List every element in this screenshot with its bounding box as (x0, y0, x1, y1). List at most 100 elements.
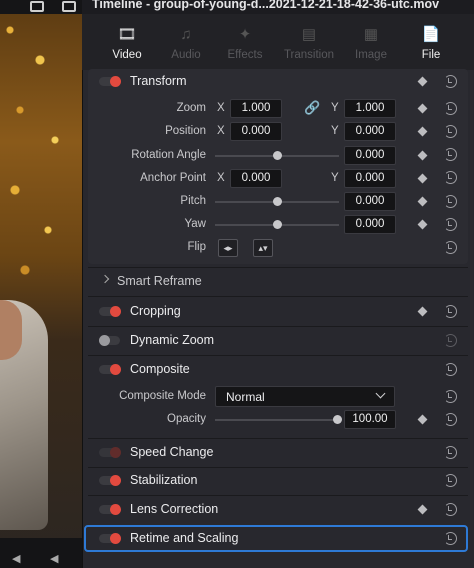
retime-scaling-header[interactable]: Retime and Scaling (88, 525, 468, 553)
stabilization-reset-icon[interactable] (444, 474, 457, 487)
tab-video[interactable]: 🎞 Video (98, 14, 156, 70)
inspector-scrollbar[interactable] (470, 70, 473, 530)
yaw-slider[interactable] (215, 220, 339, 229)
anchor-x-field[interactable]: 0.000 (230, 169, 282, 188)
tab-file[interactable]: 📄 File (402, 14, 460, 70)
smart-reframe-title[interactable]: Smart Reframe (117, 274, 202, 288)
zoom-y-field[interactable]: 1.000 (344, 99, 396, 118)
flip-label: Flip (187, 241, 206, 253)
anchor-reset-icon[interactable] (444, 171, 457, 184)
transform-toggle[interactable] (99, 76, 121, 87)
tab-image[interactable]: ▦ Image (342, 14, 400, 70)
yaw-label: Yaw (184, 218, 206, 230)
transport-back-icon[interactable]: ◀ (12, 552, 20, 565)
link-icon[interactable]: 🔗 (304, 100, 320, 116)
retime-scaling-toggle[interactable] (99, 533, 121, 544)
flip-vertical-button[interactable]: ▴▾ (253, 239, 273, 257)
flip-horizontal-button[interactable]: ◂▸ (218, 239, 238, 257)
composite-mode-value: Normal (226, 390, 265, 404)
divider (88, 267, 468, 268)
image-icon: ▦ (363, 26, 379, 43)
transform-title: Transform (130, 74, 187, 88)
pitch-label: Pitch (180, 195, 206, 207)
cropping-title: Cropping (130, 304, 181, 318)
rotation-reset-icon[interactable] (444, 148, 457, 161)
transport-bar: ◀ ◀ (0, 538, 82, 568)
viewer-subject-face (0, 300, 22, 360)
speed-change-header[interactable]: Speed Change (88, 439, 468, 467)
position-x-field[interactable]: 0.000 (230, 122, 282, 141)
speed-change-title: Speed Change (130, 445, 214, 459)
speed-change-reset-icon[interactable] (444, 446, 457, 459)
anchor-y-field[interactable]: 0.000 (344, 169, 396, 188)
flip-reset-icon[interactable] (444, 241, 457, 254)
tab-effects-label: Effects (227, 49, 263, 61)
lens-correction-keyframe-icon[interactable] (417, 504, 428, 515)
inspector-tabs: 🎞 Video ♫ Audio ✦ Effects ▤ Transition ▦… (82, 14, 474, 70)
lens-correction-toggle[interactable] (99, 504, 121, 515)
retime-scaling-reset-icon[interactable] (444, 532, 457, 545)
rotation-angle-slider[interactable] (215, 151, 339, 160)
cropping-toggle[interactable] (99, 306, 121, 317)
film-icon: 🎞 (117, 26, 137, 43)
composite-mode-select[interactable]: Normal (215, 386, 395, 407)
composite-mode-reset-icon[interactable] (444, 390, 457, 403)
reset-icon[interactable] (444, 75, 457, 88)
tab-effects[interactable]: ✦ Effects (216, 14, 274, 70)
composite-reset-icon[interactable] (444, 363, 457, 376)
viewer-mode-icon[interactable] (62, 1, 76, 12)
lens-correction-title: Lens Correction (130, 502, 219, 516)
keyframe-diamond-icon[interactable] (417, 76, 428, 87)
lens-correction-reset-icon[interactable] (444, 503, 457, 516)
zoom-label: Zoom (176, 102, 206, 114)
cropping-keyframe-icon[interactable] (417, 306, 428, 317)
tab-transition[interactable]: ▤ Transition (280, 14, 338, 70)
video-viewer: ◀ ◀ (0, 0, 82, 568)
zoom-x-axis-label: X (217, 102, 225, 114)
magic-wand-icon: ✦ (238, 26, 252, 43)
viewer-top-bar (0, 0, 82, 14)
dynamic-zoom-title: Dynamic Zoom (130, 333, 215, 347)
rotation-angle-field[interactable]: 0.000 (344, 146, 396, 165)
pitch-field[interactable]: 0.000 (344, 192, 396, 211)
yaw-field[interactable]: 0.000 (344, 215, 396, 234)
pitch-slider[interactable] (215, 197, 339, 206)
dynamic-zoom-header[interactable]: Dynamic Zoom (88, 327, 468, 355)
tab-file-label: File (421, 49, 441, 61)
cropping-header[interactable]: Cropping (88, 298, 468, 326)
dynamic-zoom-reset-icon[interactable] (444, 334, 457, 347)
zoom-reset-icon[interactable] (444, 102, 457, 115)
position-label: Position (165, 125, 206, 137)
music-note-icon: ♫ (180, 26, 192, 43)
tab-image-label: Image (355, 49, 387, 61)
composite-header[interactable]: Composite (88, 356, 468, 384)
anchor-y-axis-label: Y (331, 172, 339, 184)
zoom-y-axis-label: Y (331, 102, 339, 114)
stabilization-toggle[interactable] (99, 475, 121, 486)
inspector-title: Timeline - group-of-young-d...2021-12-21… (92, 0, 440, 11)
tab-audio[interactable]: ♫ Audio (157, 14, 215, 70)
yaw-reset-icon[interactable] (444, 218, 457, 231)
position-x-axis-label: X (217, 125, 225, 137)
transform-header[interactable]: Transform (88, 69, 468, 97)
opacity-field[interactable]: 100.00 (344, 410, 396, 429)
opacity-slider[interactable] (215, 415, 342, 424)
stabilization-header[interactable]: Stabilization (88, 467, 468, 495)
pitch-reset-icon[interactable] (444, 195, 457, 208)
cropping-reset-icon[interactable] (444, 305, 457, 318)
zoom-x-field[interactable]: 1.000 (230, 99, 282, 118)
file-icon: 📄 (421, 26, 441, 43)
retime-scaling-title: Retime and Scaling (130, 531, 239, 545)
transport-prev-icon[interactable]: ◀ (50, 552, 58, 565)
speed-change-toggle[interactable] (99, 447, 121, 458)
viewer-toggle-icon[interactable] (30, 1, 44, 12)
anchor-x-axis-label: X (217, 172, 225, 184)
composite-toggle[interactable] (99, 364, 121, 375)
transition-icon: ▤ (301, 26, 317, 43)
position-y-field[interactable]: 0.000 (344, 122, 396, 141)
lens-correction-header[interactable]: Lens Correction (88, 496, 468, 524)
opacity-reset-icon[interactable] (444, 413, 457, 426)
position-reset-icon[interactable] (444, 125, 457, 138)
dynamic-zoom-toggle[interactable] (99, 335, 120, 346)
divider (88, 296, 468, 297)
